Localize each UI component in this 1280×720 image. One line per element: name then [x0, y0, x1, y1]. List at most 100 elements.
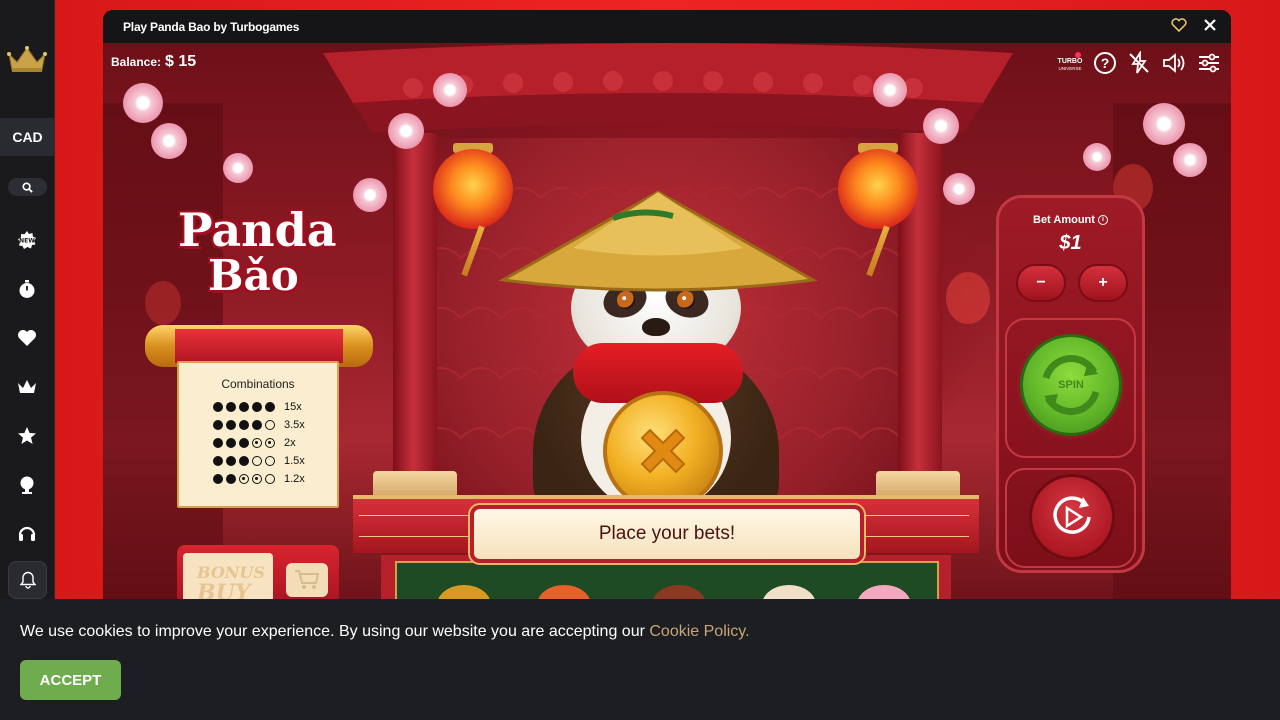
- bet-decrease-button[interactable]: −: [1016, 264, 1066, 302]
- cherry-blossom: [388, 113, 424, 149]
- crown-icon[interactable]: [15, 375, 39, 399]
- cherry-blossom: [1173, 143, 1207, 177]
- combination-multiplier: 3.5x: [284, 419, 305, 431]
- combination-dot: [213, 456, 223, 466]
- combination-dot: [239, 474, 249, 484]
- combination-multiplier: 1.5x: [284, 455, 305, 467]
- cherry-blossom: [223, 153, 253, 183]
- spin-button[interactable]: SPIN: [1020, 334, 1122, 436]
- combination-dot: [252, 456, 262, 466]
- cart-button[interactable]: [286, 563, 328, 597]
- combination-row: 1.2x: [213, 473, 305, 485]
- spin-label: SPIN: [1058, 379, 1084, 391]
- star-icon[interactable]: [15, 424, 39, 448]
- combination-multiplier: 2x: [284, 437, 296, 449]
- bet-amount-value: $1: [1059, 232, 1082, 254]
- balance-value: $ 15: [165, 53, 197, 70]
- volume-icon[interactable]: [1161, 51, 1187, 75]
- combination-row: 1.5x: [213, 455, 305, 467]
- combination-dot: [265, 474, 275, 484]
- status-message: Place your bets!: [598, 523, 736, 544]
- bell-icon: [19, 571, 36, 589]
- combination-dot: [213, 420, 223, 430]
- bonus-buy-label: BONUS BUY: [197, 563, 265, 606]
- combination-dot: [226, 438, 236, 448]
- combination-dot: [213, 402, 223, 412]
- cookie-message: We use cookies to improve your experienc…: [20, 623, 750, 640]
- new-badge-icon[interactable]: NEW: [15, 228, 39, 252]
- bet-amount-label: Bet Amount i: [999, 214, 1142, 226]
- cherry-blossom: [433, 73, 467, 107]
- game-scene: Panda Bǎo Combinations 15x 3.5x 2x 1.5x 1.2x…: [103, 43, 1231, 610]
- game-titlebar: Play Panda Bao by Turbogames: [103, 10, 1231, 43]
- combination-dot: [213, 474, 223, 484]
- help-icon[interactable]: ?: [1093, 51, 1117, 75]
- cherry-blossom: [873, 73, 907, 107]
- combination-dot: [265, 420, 275, 430]
- message-box: Place your bets!: [470, 505, 864, 563]
- favorite-heart-icon[interactable]: [1171, 18, 1187, 32]
- combination-dot: [226, 420, 236, 430]
- notifications-button[interactable]: [8, 561, 47, 599]
- combination-multiplier: 1.2x: [284, 473, 305, 485]
- coin-x-icon: [640, 428, 686, 474]
- crown-logo-icon[interactable]: [7, 44, 47, 74]
- accept-cookies-button[interactable]: ACCEPT: [20, 660, 121, 700]
- currency-selector[interactable]: CAD: [0, 118, 55, 156]
- combinations-title: Combinations: [221, 377, 295, 391]
- combination-row: 2x: [213, 437, 296, 449]
- left-pillar: [393, 133, 437, 493]
- panda-nose: [642, 318, 670, 336]
- combination-multiplier: 15x: [284, 401, 302, 413]
- combination-row: 15x: [213, 401, 302, 413]
- trophy-icon[interactable]: [15, 473, 39, 497]
- combination-dot: [239, 438, 249, 448]
- combination-row: 3.5x: [213, 419, 305, 431]
- cherry-blossom: [1083, 143, 1111, 171]
- turbo-off-icon[interactable]: [1127, 51, 1151, 75]
- heart-icon[interactable]: [15, 326, 39, 350]
- combinations-panel: Combinations 15x 3.5x 2x 1.5x 1.2x: [177, 361, 339, 508]
- combination-dot: [252, 474, 262, 484]
- game-window: Play Panda Bao by Turbogames Panda Bǎo C…: [103, 10, 1231, 610]
- combination-dot: [265, 402, 275, 412]
- svg-text:TURBO: TURBO: [1058, 58, 1083, 65]
- autoplay-button[interactable]: [1029, 474, 1115, 560]
- title-actions: [1171, 18, 1217, 32]
- close-icon[interactable]: [1203, 18, 1217, 32]
- turbo-universe-icon[interactable]: TURBO UNIVERSE: [1057, 51, 1083, 75]
- combination-dot: [239, 456, 249, 466]
- gold-coin: [603, 391, 723, 511]
- game-title: Play Panda Bao by Turbogames: [123, 19, 300, 34]
- svg-text:NEW: NEW: [19, 238, 35, 245]
- cookie-policy-link[interactable]: Cookie Policy.: [649, 623, 749, 640]
- svg-text:UNIVERSE: UNIVERSE: [1058, 66, 1081, 71]
- combination-dot: [252, 402, 262, 412]
- combination-dot: [226, 402, 236, 412]
- cherry-blossom: [943, 173, 975, 205]
- cherry-blossom: [1143, 103, 1185, 145]
- game-toolbar: TURBO UNIVERSE ?: [1057, 51, 1221, 75]
- cherry-blossom: [123, 83, 163, 123]
- straw-hat: [498, 190, 818, 292]
- settings-sliders-icon[interactable]: [1197, 51, 1221, 75]
- right-lantern: [838, 149, 918, 229]
- pavilion-roof: [323, 43, 1013, 133]
- balance-display: Balance: $ 15: [111, 53, 197, 70]
- autoplay-icon: [1053, 496, 1091, 534]
- combination-dot: [265, 456, 275, 466]
- info-icon[interactable]: i: [1097, 215, 1108, 226]
- search-button[interactable]: [8, 178, 47, 196]
- combination-dot: [265, 438, 275, 448]
- combination-dot: [239, 420, 249, 430]
- headset-icon[interactable]: [15, 522, 39, 546]
- bet-increase-button[interactable]: +: [1078, 264, 1128, 302]
- cherry-blossom: [151, 123, 187, 159]
- svg-text:?: ?: [1101, 55, 1110, 71]
- shopping-cart-icon: [295, 570, 320, 589]
- combination-dot: [252, 420, 262, 430]
- stopwatch-icon[interactable]: [15, 277, 39, 301]
- combination-dot: [239, 402, 249, 412]
- search-icon: [22, 181, 33, 193]
- combination-dot: [252, 438, 262, 448]
